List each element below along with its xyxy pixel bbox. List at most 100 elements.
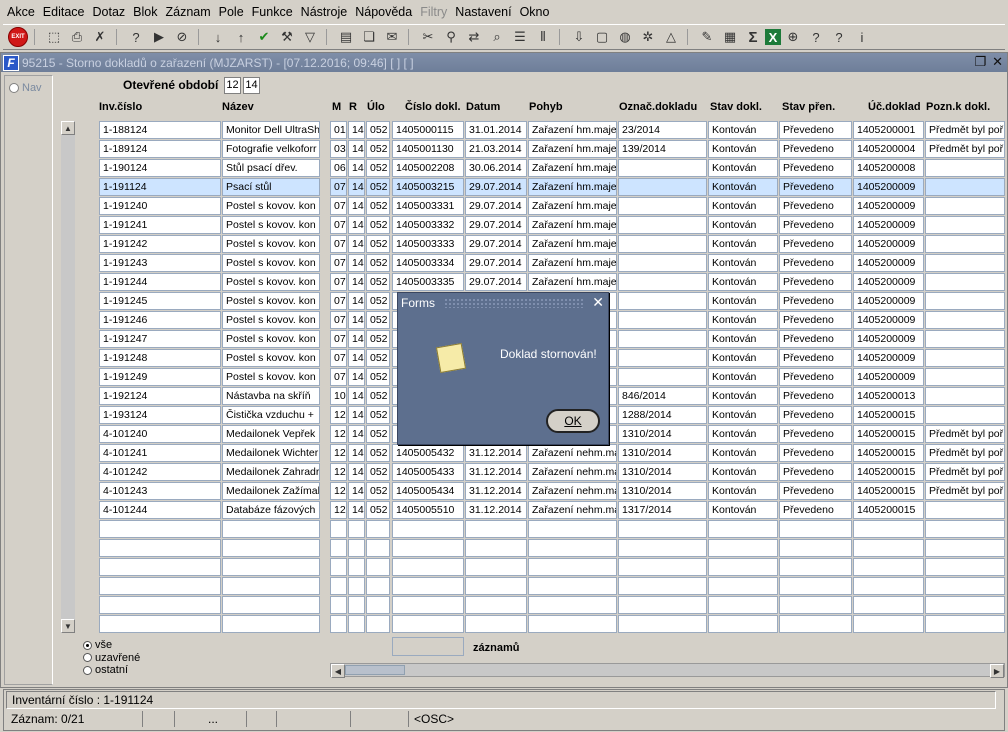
cell-m[interactable]: 10 xyxy=(330,387,347,405)
cell-oznac[interactable]: 846/2014 xyxy=(618,387,707,405)
cell-nazev[interactable] xyxy=(222,558,320,576)
cell-inv[interactable] xyxy=(99,615,221,633)
menu-item-5[interactable]: Pole xyxy=(215,1,248,23)
cell-stav[interactable]: Kontován xyxy=(708,178,778,196)
cell-ulo[interactable]: 052 xyxy=(366,121,390,139)
cell-pozn[interactable]: Předmět byl poř xyxy=(925,463,1005,481)
cell-ulo[interactable]: 052 xyxy=(366,444,390,462)
cell-nazev[interactable]: Postel s kovov. kon xyxy=(222,254,320,272)
cell-nazev[interactable]: Postel s kovov. kon xyxy=(222,273,320,291)
cell-stavp[interactable]: Převedeno xyxy=(779,197,852,215)
cell-r[interactable]: 14 xyxy=(348,444,365,462)
cell-m[interactable] xyxy=(330,539,347,557)
cell-ulo[interactable]: 052 xyxy=(366,235,390,253)
cell-inv[interactable]: 1-189124 xyxy=(99,140,221,158)
cell-nazev[interactable]: Fotografie velkoforr xyxy=(222,140,320,158)
cell-oznac[interactable] xyxy=(618,235,707,253)
cell-m[interactable] xyxy=(330,577,347,595)
column-header-ulo[interactable]: Úlo xyxy=(367,101,385,115)
cell-r[interactable]: 14 xyxy=(348,254,365,272)
help-icon[interactable]: ? xyxy=(805,26,827,48)
cell-inv[interactable]: 1-191243 xyxy=(99,254,221,272)
cell-pohyb[interactable] xyxy=(528,539,617,557)
cell-uc[interactable] xyxy=(853,596,924,614)
restore-icon[interactable]: ❐ xyxy=(974,54,986,70)
cell-r[interactable]: 14 xyxy=(348,159,365,177)
cell-stavp[interactable]: Převedeno xyxy=(779,216,852,234)
cell-uc[interactable]: 1405200009 xyxy=(853,254,924,272)
cell-inv[interactable]: 1-192124 xyxy=(99,387,221,405)
cell-uc[interactable] xyxy=(853,520,924,538)
cell-inv[interactable]: 4-101243 xyxy=(99,482,221,500)
cell-m[interactable]: 07 xyxy=(330,330,347,348)
cell-m[interactable] xyxy=(330,558,347,576)
cell-m[interactable]: 06 xyxy=(330,159,347,177)
cell-stavp[interactable]: Převedeno xyxy=(779,444,852,462)
list-icon[interactable]: ☰ xyxy=(509,26,531,48)
info-icon[interactable]: i xyxy=(851,26,873,48)
cell-oznac[interactable] xyxy=(618,615,707,633)
cell-stavp[interactable]: Převedeno xyxy=(779,482,852,500)
cell-cislo[interactable] xyxy=(392,577,464,595)
column-header-stav[interactable]: Stav dokl. xyxy=(710,101,762,115)
cell-stav[interactable]: Kontován xyxy=(708,235,778,253)
cell-m[interactable]: 07 xyxy=(330,273,347,291)
cell-stav[interactable]: Kontován xyxy=(708,140,778,158)
chart-icon[interactable]: △ xyxy=(660,26,682,48)
cell-r[interactable] xyxy=(348,539,365,557)
cell-cislo[interactable]: 1405003215 xyxy=(392,178,464,196)
cell-ulo[interactable]: 052 xyxy=(366,292,390,310)
cell-uc[interactable]: 1405200009 xyxy=(853,273,924,291)
cell-uc[interactable]: 1405200009 xyxy=(853,311,924,329)
cancel-query-icon[interactable]: ⊘ xyxy=(171,26,193,48)
cell-cislo[interactable]: 1405005432 xyxy=(392,444,464,462)
cell-cislo[interactable]: 1405005434 xyxy=(392,482,464,500)
period-year-field[interactable]: 14 xyxy=(243,77,260,94)
menu-item-11[interactable]: Okno xyxy=(516,1,554,23)
export-icon[interactable]: ⇄ xyxy=(463,26,485,48)
scroll-up-icon[interactable]: ▲ xyxy=(61,121,75,135)
cell-cislo[interactable]: 1405002208 xyxy=(392,159,464,177)
cell-inv[interactable]: 4-101240 xyxy=(99,425,221,443)
cell-datum[interactable]: 31.12.2014 xyxy=(465,463,527,481)
cell-oznac[interactable]: 23/2014 xyxy=(618,121,707,139)
cell-oznac[interactable] xyxy=(618,216,707,234)
cell-nazev[interactable]: Postel s kovov. kon xyxy=(222,349,320,367)
cell-oznac[interactable] xyxy=(618,558,707,576)
cell-pohyb[interactable] xyxy=(528,596,617,614)
cell-pohyb[interactable]: Zařazení nehm.ma xyxy=(528,482,617,500)
menu-item-1[interactable]: Editace xyxy=(39,1,89,23)
cell-ulo[interactable] xyxy=(366,596,390,614)
query-run-icon[interactable]: ▶ xyxy=(148,26,170,48)
cell-inv[interactable]: 1-191247 xyxy=(99,330,221,348)
cell-stav[interactable]: Kontován xyxy=(708,273,778,291)
cell-datum[interactable]: 29.07.2014 xyxy=(465,273,527,291)
document-icon[interactable]: ▤ xyxy=(335,26,357,48)
cell-inv[interactable]: 1-191249 xyxy=(99,368,221,386)
column-header-inv[interactable]: Inv.číslo xyxy=(99,101,142,115)
cell-stavp[interactable]: Převedeno xyxy=(779,159,852,177)
cell-pozn[interactable]: Předmět byl poř xyxy=(925,444,1005,462)
cell-uc[interactable] xyxy=(853,615,924,633)
cell-nazev[interactable]: Postel s kovov. kon xyxy=(222,368,320,386)
cell-pohyb[interactable] xyxy=(528,577,617,595)
cell-stavp[interactable] xyxy=(779,596,852,614)
cell-m[interactable]: 07 xyxy=(330,216,347,234)
cell-inv[interactable]: 1-191124 xyxy=(99,178,221,196)
cell-datum[interactable]: 29.07.2014 xyxy=(465,216,527,234)
cell-r[interactable]: 14 xyxy=(348,463,365,481)
cell-pozn[interactable] xyxy=(925,577,1005,595)
cell-pozn[interactable] xyxy=(925,368,1005,386)
cell-uc[interactable]: 1405200015 xyxy=(853,501,924,519)
radio-icon[interactable] xyxy=(83,640,92,650)
cell-stav[interactable]: Kontován xyxy=(708,121,778,139)
cell-r[interactable]: 14 xyxy=(348,330,365,348)
cell-datum[interactable]: 31.12.2014 xyxy=(465,501,527,519)
cell-pohyb[interactable] xyxy=(528,558,617,576)
cell-m[interactable] xyxy=(330,596,347,614)
cell-nazev[interactable] xyxy=(222,520,320,538)
cell-pozn[interactable] xyxy=(925,558,1005,576)
cell-pozn[interactable] xyxy=(925,159,1005,177)
cell-m[interactable]: 12 xyxy=(330,482,347,500)
cell-stavp[interactable]: Převedeno xyxy=(779,387,852,405)
